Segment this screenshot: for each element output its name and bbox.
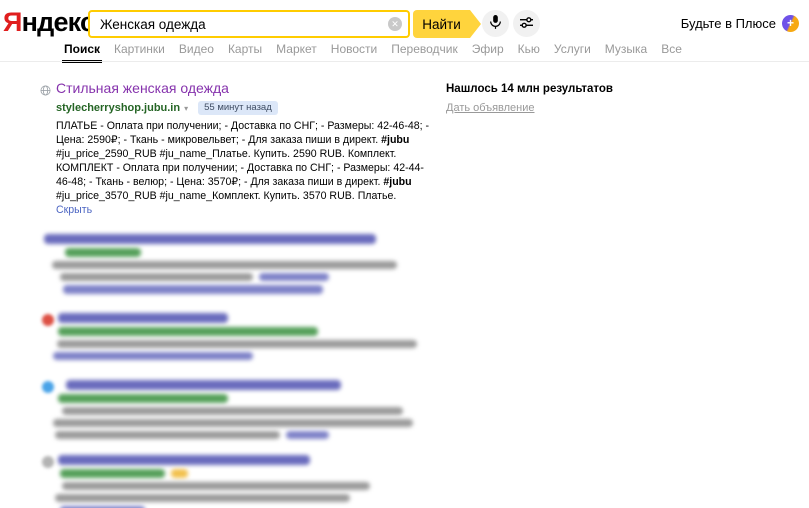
results-count: Нашлось 14 млн результатов (446, 83, 613, 95)
tab-karty[interactable]: Карты (228, 42, 262, 56)
result-url-row: stylecherryshop.jubu.in ▾ 55 минут назад (56, 101, 432, 115)
results-info-column: Нашлось 14 млн результатов Дать объявлен… (446, 80, 676, 508)
blurred-segment (58, 454, 310, 465)
blurred-segment (58, 326, 318, 336)
search-settings-button[interactable] (513, 10, 540, 37)
clear-search-icon[interactable]: ✕ (388, 17, 402, 31)
search-result-1: Стильная женская одежда stylecherryshop.… (40, 80, 432, 218)
microphone-icon (489, 14, 502, 33)
search-box: ✕ (88, 10, 410, 38)
blurred-text-line (62, 481, 432, 490)
blurred-text-line (55, 493, 432, 502)
snippet-text: #ju_price_2590_RUB #ju_name_Платье. Купи… (56, 148, 424, 189)
logo-first-letter: Я (3, 7, 22, 37)
blurred-results (40, 233, 432, 508)
results-column: Стильная женская одежда stylecherryshop.… (40, 80, 432, 508)
tab-novosti[interactable]: Новости (331, 42, 377, 56)
blurred-text-line (62, 406, 432, 415)
hide-snippet-link[interactable]: Скрыть (56, 204, 92, 216)
blurred-text-line (55, 430, 432, 439)
blurred-text-line (60, 468, 432, 478)
blurred-segment (65, 247, 141, 257)
result-snippet: ПЛАТЬЕ - Оплата при получении; - Доставк… (56, 119, 434, 218)
nav-tabs: Поиск Картинки Видео Карты Маркет Новости Пере… (61, 42, 682, 63)
blurred-text-line (53, 351, 432, 360)
blurred-text-line (44, 233, 432, 244)
grey-favicon-icon (42, 455, 54, 468)
plus-subscription-link[interactable]: Будьте в Плюсе + (681, 15, 799, 32)
blurred-result-4[interactable] (40, 379, 432, 439)
logo-rest: ндекс (21, 7, 95, 37)
yandex-logo[interactable]: Яндекс (3, 7, 95, 38)
blurred-text-line (66, 379, 432, 390)
blurred-segment (63, 284, 323, 294)
plus-label: Будьте в Плюсе (680, 16, 776, 31)
globe-favicon-icon (40, 83, 51, 101)
blurred-text-line (58, 326, 432, 336)
blurred-segment (52, 260, 397, 269)
blurred-text-line (57, 339, 432, 348)
blurred-segment (286, 430, 329, 439)
tab-kyu[interactable]: Кью (518, 42, 540, 56)
url-dropdown-arrow-icon[interactable]: ▾ (184, 104, 188, 113)
tab-video[interactable]: Видео (179, 42, 214, 56)
result-title-link[interactable]: Стильная женская одежда (56, 80, 229, 96)
blurred-segment (62, 406, 403, 415)
blurred-segment (171, 468, 188, 478)
blurred-segment (55, 430, 280, 439)
blurred-result-2[interactable] (40, 233, 432, 294)
blurred-text-line (58, 454, 432, 465)
blurred-result-3[interactable] (40, 312, 432, 360)
tab-muzyka[interactable]: Музыка (605, 42, 647, 56)
blurred-segment (55, 493, 350, 502)
blurred-segment (57, 339, 417, 348)
blurred-text-line (53, 418, 432, 427)
tab-perevodchik[interactable]: Переводчик (391, 42, 458, 56)
search-input[interactable] (88, 10, 410, 38)
plus-icon: + (782, 15, 799, 32)
blurred-segment (58, 393, 228, 403)
blurred-segment (44, 233, 376, 244)
tab-kartinki[interactable]: Картинки (114, 42, 165, 56)
blurred-text-line (58, 393, 432, 403)
snippet-text: #jubu (381, 134, 410, 147)
snippet-text: #jubu (383, 176, 412, 189)
blurred-segment (66, 379, 341, 390)
tab-vse[interactable]: Все (661, 42, 682, 56)
blurred-segment (53, 351, 253, 360)
red-favicon-icon (42, 313, 54, 326)
blurred-text-line (52, 260, 432, 269)
tab-market[interactable]: Маркет (276, 42, 317, 56)
snippet-text: ПЛАТЬЕ - Оплата при получении; - Доставк… (56, 120, 430, 147)
blurred-result-5[interactable] (40, 454, 432, 508)
blurred-text-line (63, 284, 432, 294)
result-time-badge: 55 минут назад (198, 101, 278, 115)
header-divider (0, 61, 809, 62)
blurred-segment (259, 272, 329, 281)
header: Яндекс ✕ Найти Будьте в Плюсе + Пои (0, 0, 809, 63)
place-ad-link[interactable]: Дать объявление (446, 102, 535, 114)
blurred-segment (53, 418, 413, 427)
blurred-segment (58, 312, 228, 323)
tab-efir[interactable]: Эфир (472, 42, 504, 56)
tab-poisk[interactable]: Поиск (61, 42, 103, 63)
blurred-segment (62, 481, 370, 490)
result-url-link[interactable]: stylecherryshop.jubu.in (56, 102, 180, 114)
blurred-text-line (65, 247, 432, 257)
blurred-text-line (60, 272, 432, 281)
blurred-segment (60, 468, 165, 478)
blue-favicon-icon (42, 380, 54, 393)
filter-sliders-icon (519, 16, 534, 32)
main-content: Стильная женская одежда stylecherryshop.… (40, 80, 809, 508)
voice-search-button[interactable] (482, 10, 509, 37)
blurred-segment (60, 272, 253, 281)
snippet-text: #ju_price_3570_RUB #ju_name_Комплект. Ку… (56, 190, 397, 203)
tab-uslugi[interactable]: Услуги (554, 42, 591, 56)
blurred-text-line (58, 312, 432, 323)
search-button[interactable]: Найти (413, 10, 481, 38)
